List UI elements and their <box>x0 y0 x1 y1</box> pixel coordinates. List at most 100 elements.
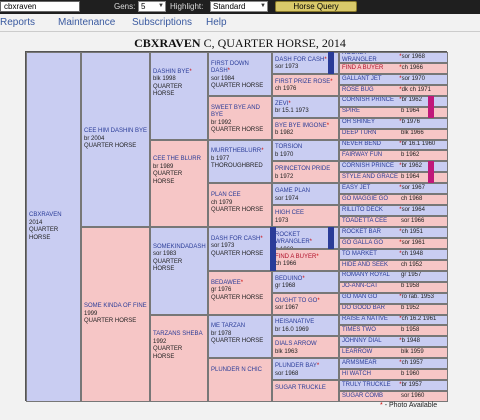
pedigree-cell[interactable]: HEISANATIVE br 16.0 1969 <box>272 314 339 337</box>
pedigree-cell[interactable]: OH SHINEY * b 1976 <box>339 117 448 129</box>
horse-name-link[interactable]: ROCKET WRANGLER <box>342 53 399 62</box>
horse-name-link[interactable]: ROMANY ROYAL <box>342 272 400 280</box>
horse-name-link[interactable]: SPIRE <box>342 108 400 116</box>
horse-name-link[interactable]: NEVER BEND <box>342 141 399 149</box>
horse-name-link[interactable]: GO GALLA GO <box>342 240 399 248</box>
pedigree-cell[interactable]: BEDAWEE* gr 1976 QUARTER HORSE <box>208 270 272 315</box>
pedigree-cell[interactable]: GALLANT JET * sor 1970 <box>339 73 448 85</box>
horse-name-link[interactable]: TARZANS SHEBA <box>153 331 203 337</box>
pedigree-cell[interactable]: DIALS ARROW blk 1963 <box>272 336 339 359</box>
pedigree-cell[interactable]: SOMEKINDADASH sor 1983 QUARTER HORSE <box>150 227 208 315</box>
horse-name-link[interactable]: JO-ANN-CAT <box>342 283 400 291</box>
horse-name-link[interactable]: SOME KINDA OF FINE <box>84 303 147 311</box>
pedigree-cell[interactable]: CBXRAVEN 2014 QUARTER HORSE <box>26 52 81 402</box>
horse-name-link[interactable]: CBXRAVEN <box>29 212 78 220</box>
horse-name-link[interactable]: ROCKET BAR <box>342 229 399 237</box>
pedigree-cell[interactable]: TIMES TWO b 1958 <box>339 325 448 337</box>
horse-name-link[interactable]: HI WATCH <box>342 371 400 379</box>
horse-name-link[interactable]: OH SHINEY <box>342 119 399 127</box>
horse-name-link[interactable]: CORNISH PRINCE <box>342 163 399 171</box>
horse-name-link[interactable]: JOHNNY DIAL <box>342 338 399 346</box>
pedigree-cell[interactable]: FAIRWAY FUN b 1962 <box>339 150 448 162</box>
pedigree-cell[interactable]: TRULY TRUCKLE * br 1957 <box>339 380 448 392</box>
pedigree-cell[interactable]: JO-ANN-CAT b 1958 <box>339 281 448 293</box>
pedigree-cell[interactable]: BEDUINO* gr 1968 <box>272 270 339 293</box>
horse-name-link[interactable]: DASH FOR CASH <box>275 57 324 63</box>
pedigree-cell[interactable]: TO MARKET * ch 1948 <box>339 248 448 260</box>
horse-name-link[interactable]: GO MAN GO <box>342 294 399 302</box>
nav-subscriptions[interactable]: Subscriptions <box>132 17 192 28</box>
nav-maintenance[interactable]: Maintenance <box>58 17 115 28</box>
gens-select[interactable]: 5 ▼ <box>138 1 166 12</box>
pedigree-cell[interactable]: DO GOOD BAR b 1952 <box>339 303 448 315</box>
horse-name-link[interactable]: HIGH CEE <box>275 210 304 216</box>
horse-name-link[interactable]: SUGAR TRUCKLE <box>275 385 326 391</box>
pedigree-cell[interactable]: GO MAN GO * ro rab. 1953 <box>339 292 448 304</box>
pedigree-cell[interactable]: PLAN CEE ch 1979 QUARTER HORSE <box>208 183 272 227</box>
horse-name-link[interactable]: BYE BYE IMGONE <box>275 123 327 129</box>
pedigree-cell[interactable]: GO GALLA GO * sor 1961 <box>339 237 448 249</box>
horse-name-link[interactable]: BEDUINO <box>275 276 302 282</box>
horse-name-link[interactable]: FAIRWAY FUN <box>342 152 400 160</box>
horse-name-link[interactable]: GAME PLAN <box>275 188 310 194</box>
horse-name-link[interactable]: TORSION <box>275 144 302 150</box>
pedigree-cell[interactable]: GO MAGGIE GO ch 1968 <box>339 194 448 206</box>
pedigree-cell[interactable]: JOHNNY DIAL * b 1948 <box>339 336 448 348</box>
horse-name-link[interactable]: DEEP TURN <box>342 130 400 138</box>
pedigree-cell[interactable]: SUGAR TRUCKLE <box>272 380 339 402</box>
horse-name-link[interactable]: DIALS ARROW <box>275 341 317 347</box>
horse-name-link[interactable]: EASY JET <box>342 185 399 193</box>
pedigree-cell[interactable]: TOADETTA CEE sor 1966 <box>339 216 448 227</box>
pedigree-cell[interactable]: ME TARZAN br 1978 QUARTER HORSE <box>208 314 272 359</box>
horse-name-link[interactable]: TOADETTA CEE <box>342 218 400 226</box>
horse-name-link[interactable]: ARMSMEAR <box>342 360 399 368</box>
horse-name-link[interactable]: RAISE A NATIVE <box>342 316 399 324</box>
horse-name-link[interactable]: PLUNDER N CHIC <box>211 367 262 373</box>
horse-name-link[interactable]: TO MARKET <box>342 251 399 259</box>
horse-name-link[interactable]: ZEVI <box>275 101 288 107</box>
horse-name-link[interactable]: FIRST PRIZE ROSE <box>275 79 330 85</box>
horse-name-link[interactable]: MURRTHEBLURR <box>211 148 261 154</box>
horse-name-link[interactable]: SUGAR COMB <box>342 393 400 401</box>
horse-name-link[interactable]: TIMES TWO <box>342 327 400 335</box>
horse-name-link[interactable]: PLAN CEE <box>211 192 241 198</box>
pedigree-cell[interactable]: SOME KINDA OF FINE 1999 QUARTER HORSE <box>81 227 150 402</box>
pedigree-cell[interactable]: HIDE AND SEEK ch 1952 <box>339 259 448 271</box>
horse-name-link[interactable]: DO GOOD BAR <box>342 305 400 313</box>
pedigree-cell[interactable]: SUGAR COMB sor 1960 <box>339 391 448 402</box>
horse-name-link[interactable]: TRULY TRUCKLE <box>342 382 399 390</box>
pedigree-cell[interactable]: RILLITO DECK * sor 1964 <box>339 205 448 217</box>
pedigree-cell[interactable]: ARMSMEAR * ch 1957 <box>339 358 448 370</box>
horse-name-link[interactable]: GO MAGGIE GO <box>342 196 400 204</box>
horse-name-link[interactable]: BEDAWEE <box>211 280 241 286</box>
horse-search-input[interactable]: cbxraven <box>0 1 80 12</box>
pedigree-cell[interactable]: CEE HIM DASHIN BYE br 2004 QUARTER HORSE <box>81 52 150 227</box>
horse-name-link[interactable]: CORNISH PRINCE <box>342 97 399 105</box>
horse-name-link[interactable]: GALLANT JET <box>342 76 399 84</box>
horse-name-link[interactable]: SOMEKINDADASH <box>153 244 206 250</box>
nav-reports[interactable]: Reports <box>0 17 35 28</box>
pedigree-cell[interactable]: PRINCETON PRIDE b 1972 <box>272 161 339 184</box>
pedigree-cell[interactable]: FIRST PRIZE ROSE* ch 1976 <box>272 73 339 96</box>
pedigree-cell[interactable]: SWEET BYE AND BYE br 1992 QUARTER HORSE <box>208 95 272 140</box>
pedigree-cell[interactable]: EASY JET * sor 1967 <box>339 183 448 195</box>
pedigree-cell[interactable]: HI WATCH b 1960 <box>339 369 448 381</box>
horse-name-link[interactable]: FIND A BUYER <box>342 65 399 73</box>
pedigree-cell[interactable]: ROMANY ROYAL gr 1957 <box>339 270 448 282</box>
pedigree-cell[interactable]: HIGH CEE 1973 <box>272 205 339 227</box>
horse-name-link[interactable]: ROSE BUG <box>342 87 399 95</box>
horse-name-link[interactable]: OUGHT TO GO <box>275 298 317 304</box>
pedigree-cell[interactable]: ZEVI* br 15.1 1973 <box>272 95 339 118</box>
horse-query-button[interactable]: Horse Query <box>275 1 357 12</box>
pedigree-cell[interactable]: TARZANS SHEBA 1992 QUARTER HORSE <box>150 314 208 402</box>
horse-name-link[interactable]: CEE HIM DASHIN BYE <box>84 128 147 136</box>
pedigree-cell[interactable]: TORSION b 1970 <box>272 139 339 162</box>
horse-name-link[interactable]: STYLE AND GRACE <box>342 174 400 182</box>
highlight-select[interactable]: Standard ▼ <box>210 1 268 12</box>
pedigree-cell[interactable]: FIND A BUYER*ch 1966 <box>339 62 448 74</box>
pedigree-cell[interactable]: LEARROW blk 1959 <box>339 347 448 359</box>
horse-name-link[interactable]: ROCKET WRANGLER <box>275 232 310 246</box>
pedigree-cell[interactable]: GAME PLAN sor 1974 <box>272 183 339 206</box>
pedigree-cell[interactable]: BYE BYE IMGONE* b 1982 <box>272 117 339 140</box>
pedigree-cell[interactable]: PLUNDER N CHIC <box>208 358 272 402</box>
